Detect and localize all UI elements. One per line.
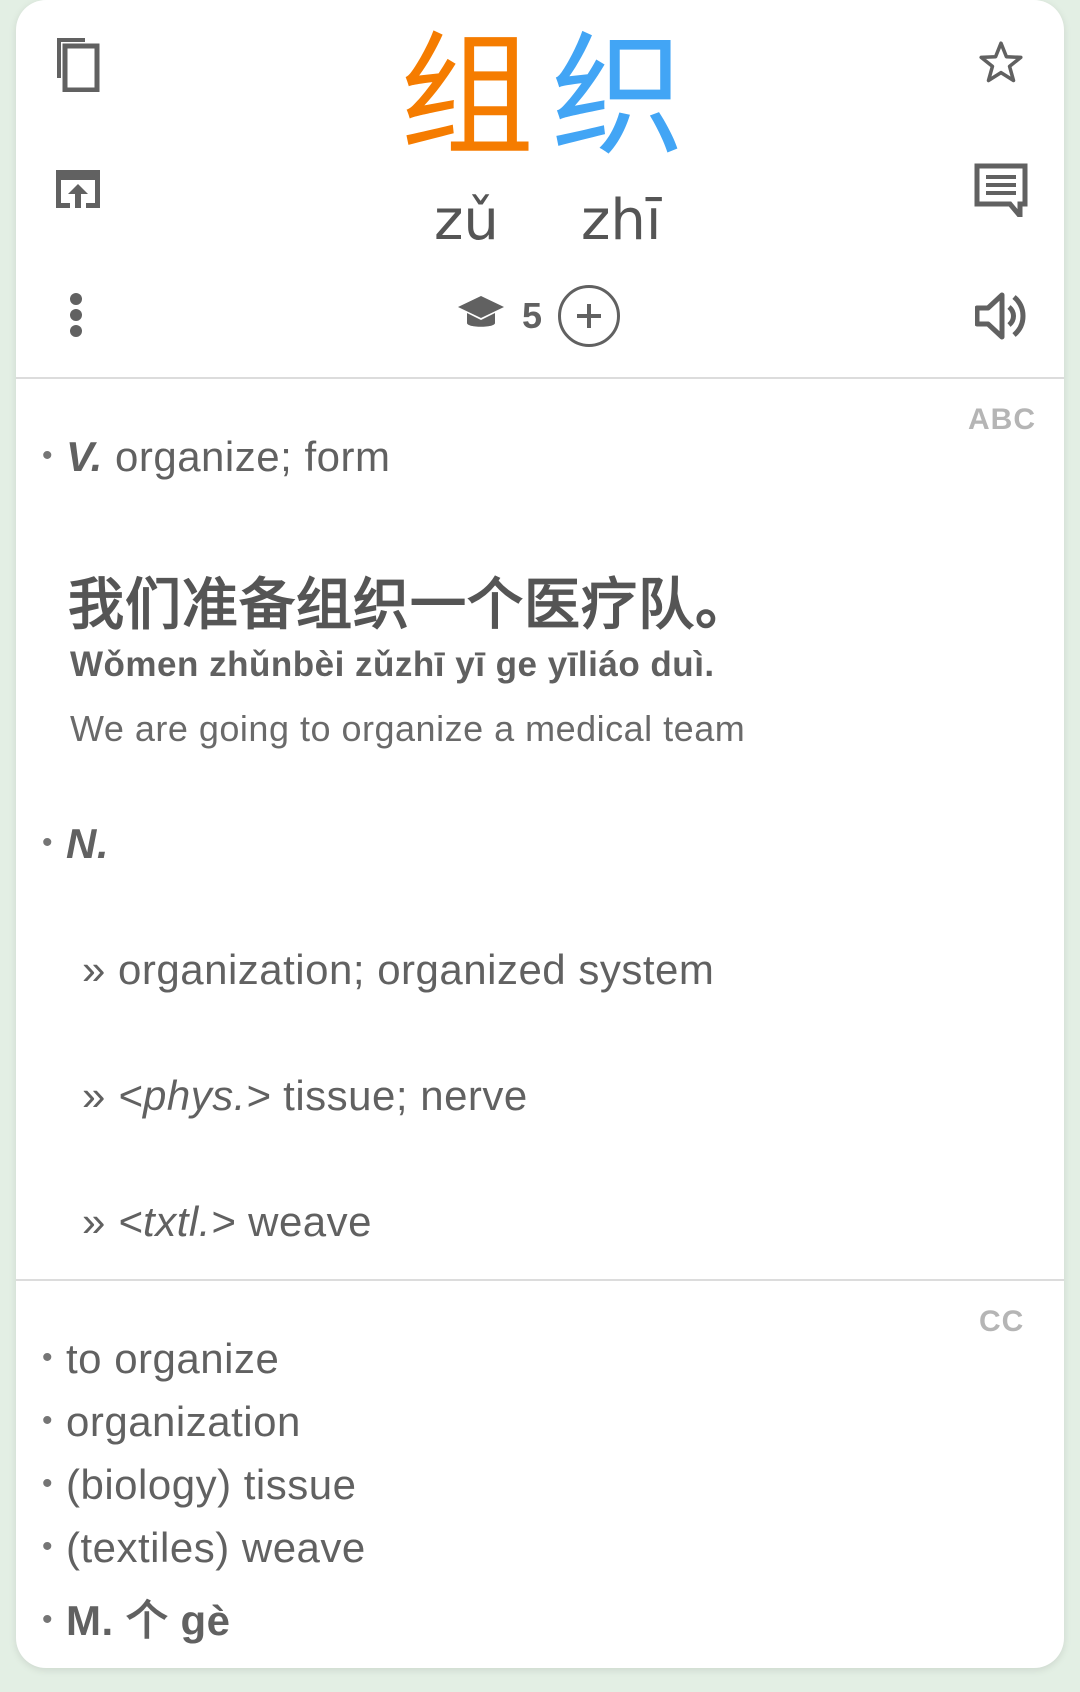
bullet: • [42, 826, 54, 859]
list-item: • to organize [42, 1335, 279, 1383]
open-external-icon[interactable] [48, 164, 108, 214]
sense-text: weave [248, 1198, 373, 1245]
hanzi-char-1[interactable]: 组 [400, 30, 534, 164]
hsk-level-group: 5 [456, 284, 621, 348]
definition-noun: • N. [42, 820, 109, 868]
sense-text: organization; organized system [118, 946, 715, 993]
list-item: • (textiles) weave [42, 1524, 366, 1572]
sense-marker: » [82, 1072, 106, 1119]
noun-sense: » organization; organized system [82, 946, 714, 994]
measure-word-text: M. 个 gè [66, 1597, 231, 1644]
sense-marker: » [82, 1198, 106, 1245]
example-pinyin: Wǒmen zhǔnbèi zǔzhī yī ge yīliáo duì. [70, 645, 715, 684]
sense-domain: <txtl.> [118, 1198, 236, 1245]
bullet: • [42, 1467, 54, 1500]
list-item: • organization [42, 1398, 301, 1446]
example-english: We are going to organize a medical team [70, 708, 746, 749]
add-circle-icon [577, 304, 602, 328]
bullet: • [42, 1341, 54, 1374]
comment-icon[interactable] [972, 162, 1030, 218]
part-of-speech: N. [66, 820, 109, 867]
part-of-speech: V. [66, 433, 103, 480]
header-divider [16, 377, 1064, 379]
bullet: • [42, 1404, 54, 1437]
cc-definition: organization [66, 1398, 301, 1445]
hsk-level: 5 [522, 295, 543, 336]
definition-text: organize; form [115, 433, 391, 480]
copy-icon[interactable] [46, 28, 106, 94]
noun-sense: » <txtl.> weave [82, 1198, 372, 1246]
word-card: 组 织 zǔ zhī 5 ABC • V. organize; form 我们准备… [16, 0, 1064, 1668]
speaker-icon[interactable] [974, 290, 1030, 342]
definition-verb: • V. organize; form [42, 433, 390, 481]
pinyin-syllable-2: zhī [581, 188, 662, 253]
bullet: • [42, 1603, 54, 1636]
source-tag-cc: CC [979, 1305, 1025, 1338]
pinyin-syllable-1: zǔ [434, 188, 499, 253]
list-item: • (biology) tissue [42, 1461, 356, 1509]
section-divider [16, 1279, 1064, 1281]
sense-text: tissue; nerve [283, 1072, 528, 1119]
bullet: • [42, 1530, 54, 1563]
star-outline-icon[interactable] [974, 36, 1028, 90]
cc-definition: to organize [66, 1335, 280, 1382]
more-vert-icon[interactable] [56, 290, 96, 340]
noun-sense: » <phys.> tissue; nerve [82, 1072, 528, 1120]
bullet: • [42, 439, 54, 472]
example-hanzi[interactable]: 我们准备组织一个医疗队。 [68, 560, 752, 641]
add-to-list-button[interactable] [558, 285, 621, 347]
cc-definition: (textiles) weave [66, 1524, 366, 1571]
source-tag-abc: ABC [968, 403, 1036, 436]
sense-marker: » [82, 946, 106, 993]
measure-word[interactable]: • M. 个 gè [42, 1587, 231, 1648]
hanzi-char-2[interactable]: 织 [551, 30, 685, 164]
cc-definition: (biology) tissue [66, 1461, 357, 1508]
sense-domain: <phys.> [118, 1072, 271, 1119]
graduation-cap-icon [456, 294, 506, 339]
